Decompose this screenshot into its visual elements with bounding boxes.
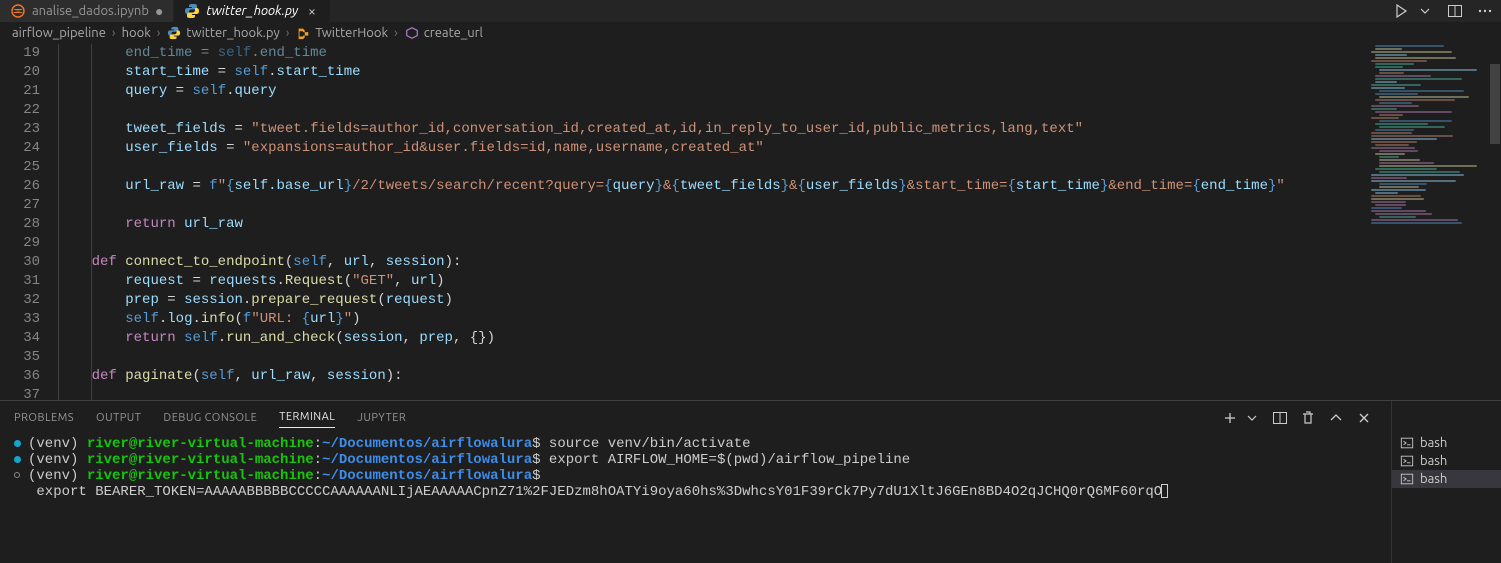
terminal-instance[interactable]: bash (1392, 470, 1501, 488)
panel-tab-output[interactable]: OUTPUT (96, 408, 141, 428)
tab-label: analise_dados.ipynb (32, 4, 149, 18)
breadcrumb[interactable]: airflow_pipeline › hook › twitter_hook.p… (0, 22, 1501, 44)
close-panel-icon[interactable] (1355, 410, 1373, 426)
new-terminal-icon[interactable] (1221, 410, 1239, 426)
breadcrumb-item: TwitterHook (295, 25, 388, 41)
chevron-right-icon: › (284, 26, 292, 40)
panel-tab-terminal[interactable]: TERMINAL (279, 407, 335, 428)
vertical-scrollbar[interactable] (1487, 44, 1501, 400)
terminal-instance[interactable]: bash (1392, 452, 1501, 470)
tab-analise-dados[interactable]: analise_dados.ipynb ● (0, 0, 174, 22)
code-content[interactable]: end_time = self.end_time start_time = se… (58, 44, 1501, 405)
breadcrumb-item: hook (122, 26, 151, 40)
panel-tabs: PROBLEMS OUTPUT DEBUG CONSOLE TERMINAL J… (0, 401, 420, 434)
terminal-icon (1400, 472, 1414, 486)
breadcrumb-item: create_url (404, 25, 483, 41)
panel-tab-debug-console[interactable]: DEBUG CONSOLE (163, 408, 257, 428)
breadcrumb-item: airflow_pipeline (12, 26, 106, 40)
tab-actions-group (1391, 0, 1495, 22)
chevron-down-icon[interactable] (1415, 3, 1435, 19)
chevron-right-icon: › (155, 26, 163, 40)
tab-label: twitter_hook.py (206, 4, 298, 18)
editor-tab-bar: analise_dados.ipynb ● twitter_hook.py × (0, 0, 1501, 22)
editor[interactable]: 19202122232425262728293031323334353637 e… (0, 44, 1501, 400)
class-icon (295, 25, 311, 41)
python-icon (166, 25, 182, 41)
maximize-panel-icon[interactable] (1327, 410, 1345, 426)
line-number-gutter: 19202122232425262728293031323334353637 (0, 44, 58, 400)
chevron-right-icon: › (110, 26, 118, 40)
jupyter-icon (10, 3, 26, 19)
terminal-icon (1400, 454, 1414, 468)
run-icon[interactable] (1391, 3, 1411, 19)
terminal-instance[interactable]: bash (1392, 434, 1501, 452)
bottom-panel: PROBLEMS OUTPUT DEBUG CONSOLE TERMINAL J… (0, 400, 1501, 563)
minimap[interactable] (1367, 44, 1487, 400)
method-icon (404, 25, 420, 41)
terminal-output[interactable]: (venv) river@river-virtual-machine:~/Doc… (0, 434, 1391, 563)
close-icon[interactable]: × (304, 3, 320, 19)
tab-twitter-hook[interactable]: twitter_hook.py × (174, 0, 331, 22)
panel-actions (1221, 410, 1373, 426)
breadcrumb-item: twitter_hook.py (166, 25, 279, 41)
terminal-sidebar: bashbashbash (1391, 401, 1501, 563)
more-icon[interactable] (1475, 3, 1495, 19)
chevron-right-icon: › (392, 26, 400, 40)
terminal-icon (1400, 436, 1414, 450)
split-editor-icon[interactable] (1445, 3, 1465, 19)
panel-tab-problems[interactable]: PROBLEMS (14, 408, 74, 428)
python-icon (184, 3, 200, 19)
kill-terminal-icon[interactable] (1299, 410, 1317, 426)
split-terminal-icon[interactable] (1271, 410, 1289, 426)
dirty-indicator-icon: ● (155, 3, 163, 19)
chevron-down-icon[interactable] (1243, 410, 1261, 426)
panel-tab-jupyter[interactable]: JUPYTER (357, 408, 406, 428)
